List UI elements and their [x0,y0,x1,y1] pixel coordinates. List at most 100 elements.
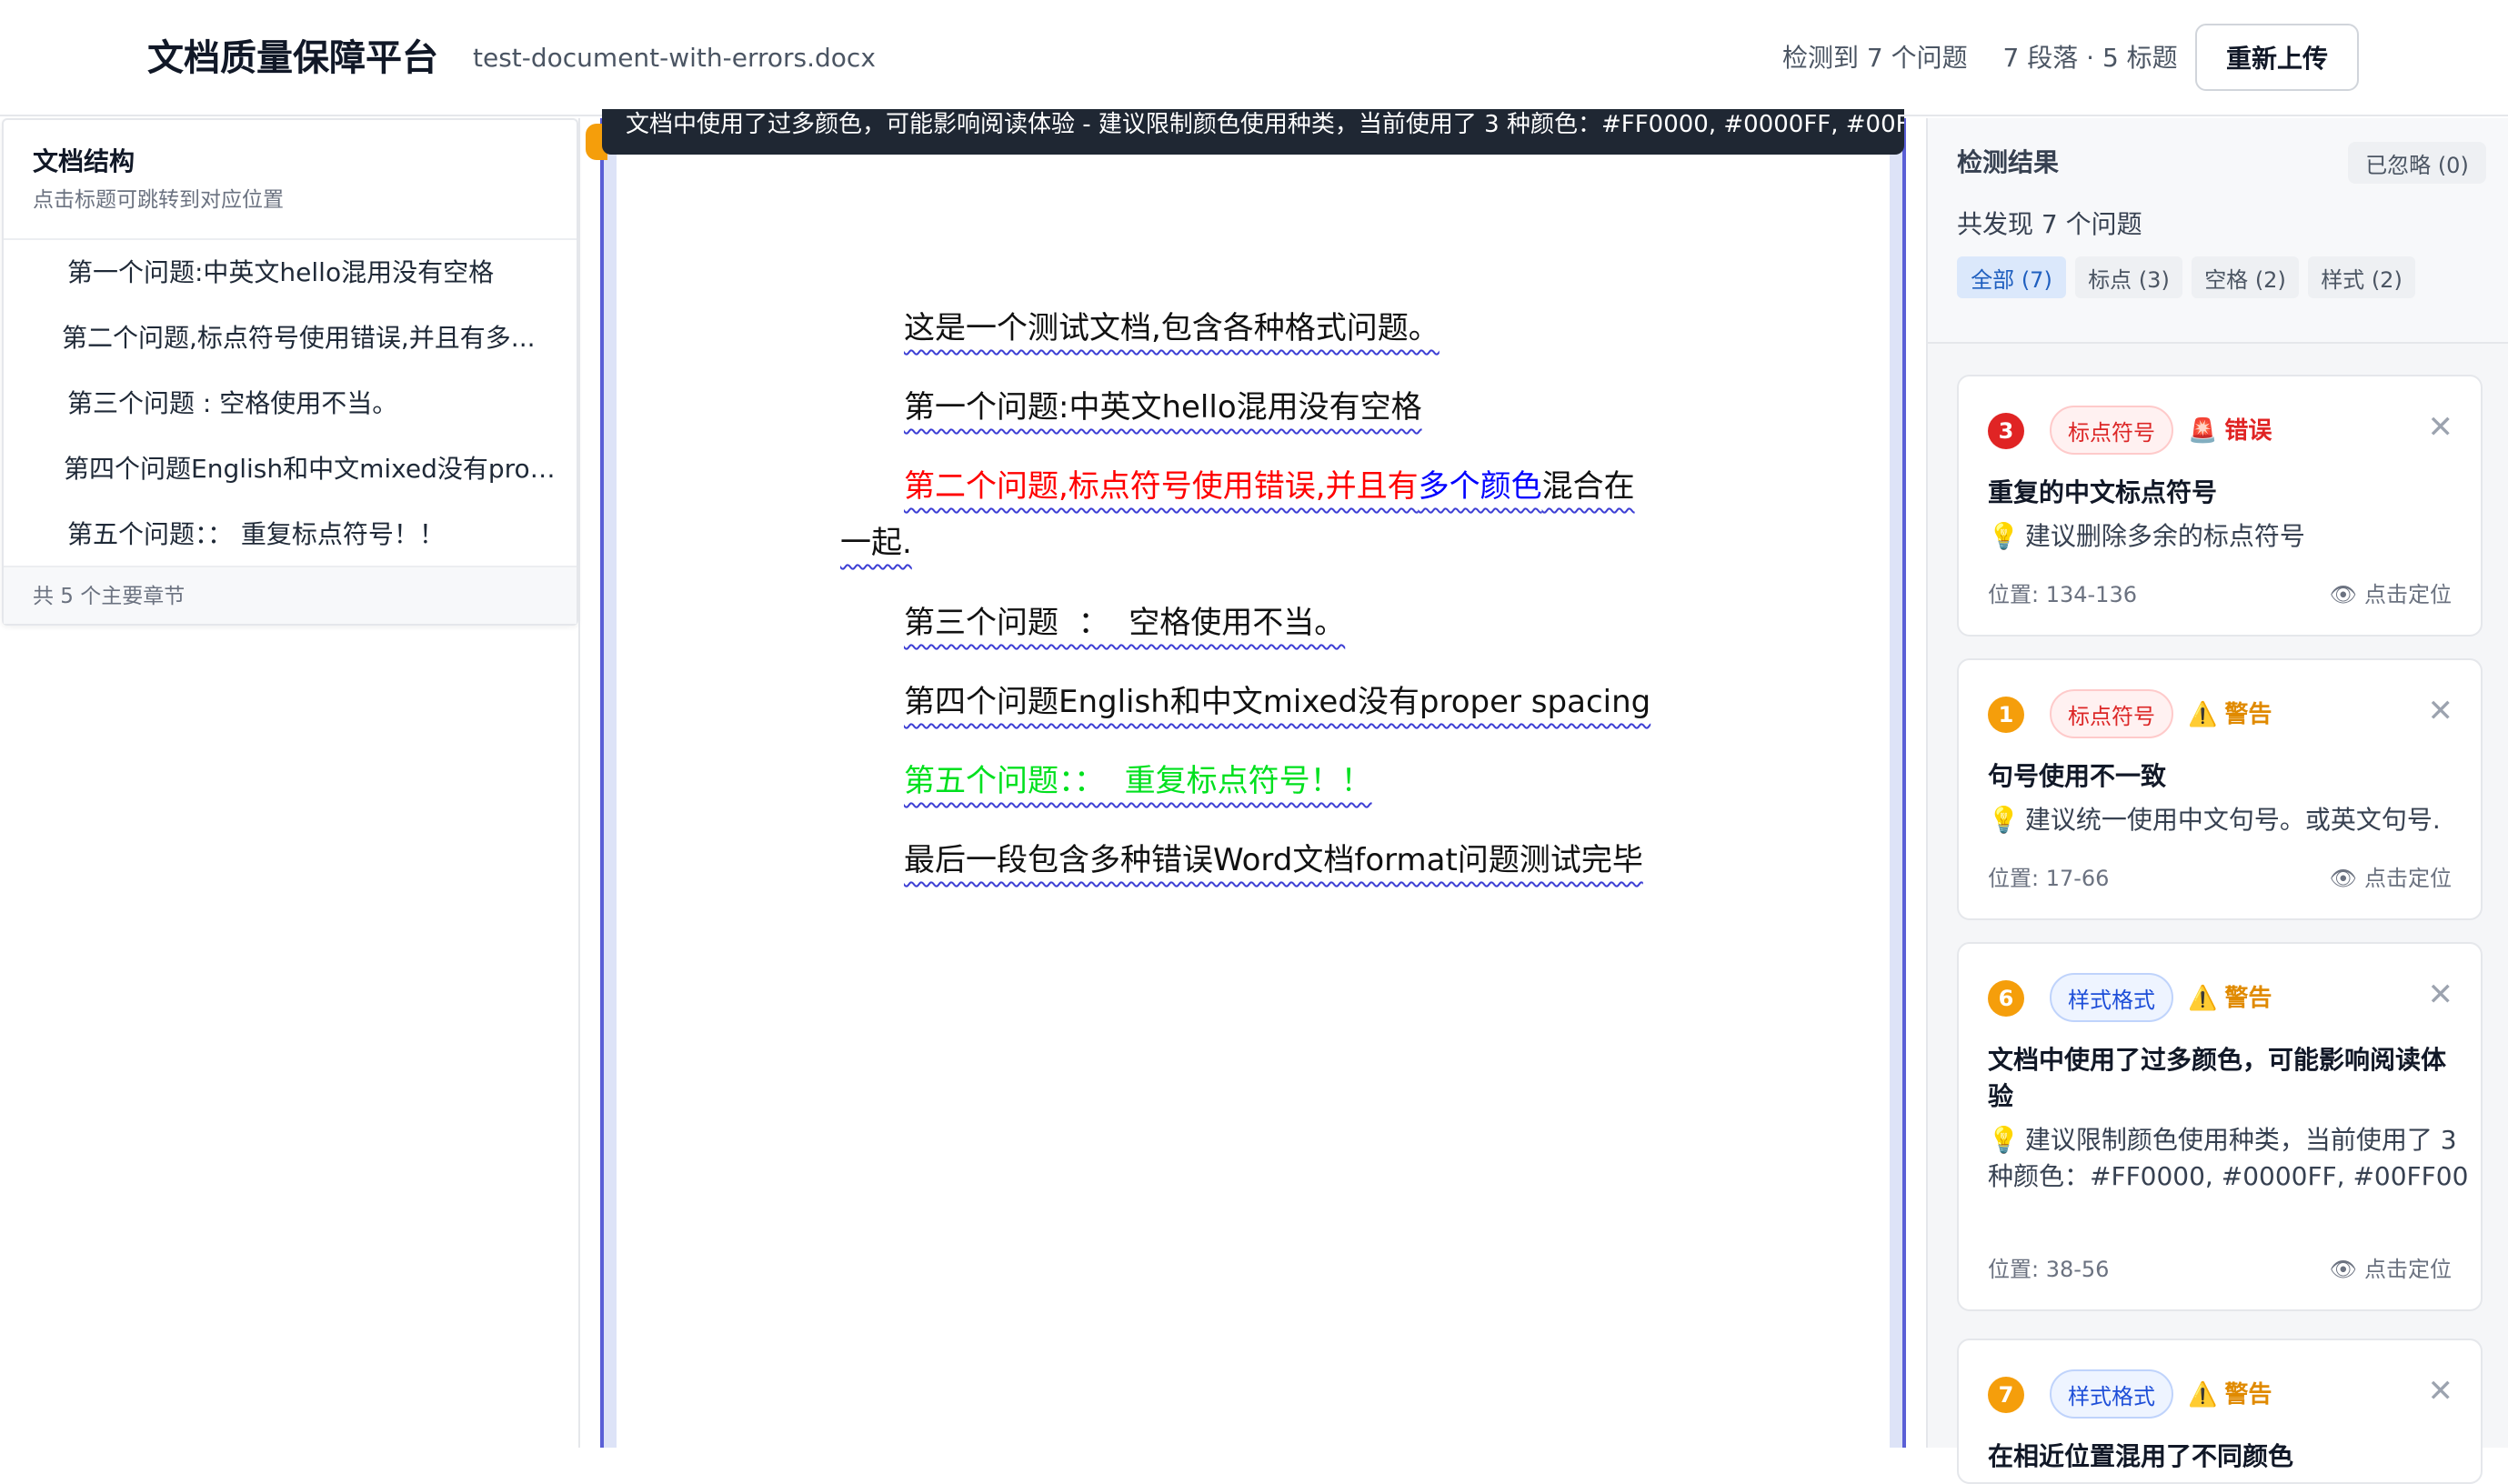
locate-text: 点击定位 [2364,866,2452,891]
outline-item-5[interactable]: 第五个问题：： 重复标点符号！！ [67,516,558,553]
paragraph-6-text: 第五个问题：： 重复标点符号！！ [904,763,1372,799]
close-icon[interactable]: ✕ [2428,1373,2454,1409]
warning-icon: ⚠️ [2188,1381,2218,1409]
category-tag: 标点符号 [2050,689,2173,738]
paragraph-3[interactable]: 第二个问题,标点符号使用错误,并且有多个颜色混合在 [904,464,1635,509]
close-icon[interactable]: ✕ [2428,977,2454,1013]
document-outline-panel: 文档结构 点击标题可跳转到对应位置 第一个问题:中英文hello混用没有空格 第… [2,118,578,626]
suggestion-text: 建议统一使用中文句号。或英文句号. [2024,805,2441,835]
locate-text: 点击定位 [2364,1257,2452,1282]
issue-card[interactable]: 3 标点符号 🚨 错误 ✕ 重复的中文标点符号 💡 建议删除多余的标点符号 位置: … [1957,375,2483,637]
severity-text: 警告 [2224,701,2272,728]
category-tag: 样式格式 [2050,973,2173,1022]
issue-position: 位置: 134-136 [1988,582,2137,607]
paragraph-1[interactable]: 这是一个测试文档,包含各种格式问题。 [904,306,1440,351]
lightbulb-icon: 💡 [1988,1125,2020,1155]
close-icon[interactable]: ✕ [2428,409,2454,446]
issue-title: 文档中使用了过多颜色，可能影响阅读体验 [1988,1045,2447,1111]
alarm-light-icon: 🚨 [2188,417,2218,445]
category-tag: 样式格式 [2050,1369,2173,1419]
results-title: 检测结果 [1957,147,2060,177]
outline-footer: 共 5 个主要章节 [4,566,577,624]
outline-item-4[interactable]: 第四个问题English和中文mixed没有prop... [64,451,560,487]
eye-icon: 👁 [2329,866,2357,891]
issue-suggestion: 💡 建议限制颜色使用种类，当前使用了 3 种颜色：#FF0000, #0000FF… [1988,1122,2470,1195]
paragraph-2[interactable]: 第一个问题:中英文hello混用没有空格 [904,385,1422,430]
suggestion-text: 建议删除多余的标点符号 [2024,521,2305,551]
issue-title: 在相近位置混用了不同颜色 [1988,1441,2294,1471]
issue-suggestion: 💡 建议统一使用中文句号。或英文句号. [1988,802,2470,838]
filter-all[interactable]: 全部 (7) [1957,256,2066,298]
paragraph-2-text: 第一个问题:中英文hello混用没有空格 [904,389,1422,426]
severity-text: 错误 [2224,417,2272,445]
file-name: test-document-with-errors.docx [473,43,876,73]
issues-found-summary: 共发现 7 个问题 [1957,209,2142,239]
issue-card[interactable]: 1 标点符号 ⚠️ 警告 ✕ 句号使用不一致 💡 建议统一使用中文句号。或英文句号.… [1957,658,2483,920]
issues-detected-count: 检测到 7 个问题 [1782,43,1968,73]
paragraph-5[interactable]: 第四个问题English和中文mixed没有proper spacing [904,679,1650,725]
eye-icon: 👁 [2329,582,2357,607]
paragraph-3-black-text: 混合在 [1541,468,1635,505]
paragraph-3-blue-text: 多个颜色 [1418,468,1542,505]
filter-style[interactable]: 样式 (2) [2308,256,2415,298]
filter-punctuation[interactable]: 标点 (3) [2075,256,2182,298]
filter-spacing[interactable]: 空格 (2) [2192,256,2299,298]
locate-text: 点击定位 [2364,582,2452,607]
paragraph-7-text: 最后一段包含多种错误Word文档format问题测试完毕 [904,842,1643,878]
top-header: 文档质量保障平台 test-document-with-errors.docx … [0,0,2508,116]
document-page: 这是一个测试文档,包含各种格式问题。 第一个问题:中英文hello混用没有空格 … [617,118,1890,1448]
results-header: 检测结果 已忽略 (0) 共发现 7 个问题 全部 (7) 标点 (3) 空格 … [1928,118,2508,344]
paragraph-5-text: 第四个问题English和中文mixed没有proper spacing [904,684,1651,720]
locate-link[interactable]: 👁 点击定位 [2330,862,2452,895]
paragraph-3-cont-text: 一起. [840,525,912,561]
issue-number: 7 [1988,1377,2024,1413]
document-viewer: 这是一个测试文档,包含各种格式问题。 第一个问题:中英文hello混用没有空格 … [600,118,1906,1448]
outline-title: 文档结构 [33,146,135,176]
lightbulb-icon: 💡 [1988,805,2020,835]
issue-suggestion: 💡 建议删除多余的标点符号 [1988,518,2470,555]
paragraph-6[interactable]: 第五个问题：： 重复标点符号！！ [904,758,1372,804]
reupload-button[interactable]: 重新上传 [2195,24,2359,91]
severity-text: 警告 [2224,985,2272,1012]
outline-item-2[interactable]: 第二个问题,标点符号使用错误,并且有多... [62,320,558,356]
issue-number: 3 [1988,413,2024,449]
paragraph-3-continuation[interactable]: 一起. [840,520,912,566]
locate-link[interactable]: 👁 点击定位 [2330,578,2452,611]
issue-card[interactable]: 7 样式格式 ⚠️ 警告 ✕ 在相近位置混用了不同颜色 [1957,1339,2483,1484]
paragraph-heading-count: 7 段落 · 5 标题 [2002,43,2178,73]
severity-label: ⚠️ 警告 [2188,697,2272,733]
issue-card[interactable]: 6 样式格式 ⚠️ 警告 ✕ 文档中使用了过多颜色，可能影响阅读体验 💡 建议限制颜… [1957,942,2483,1311]
ignored-toggle[interactable]: 已忽略 (0) [2348,142,2486,184]
outline-item-3[interactable]: 第三个问题 : 空格使用不当。 [67,386,558,422]
paragraph-7[interactable]: 最后一段包含多种错误Word文档format问题测试完毕 [904,837,1643,883]
outline-item-1[interactable]: 第一个问题:中英文hello混用没有空格 [67,255,558,291]
app-title: 文档质量保障平台 [147,37,438,79]
lightbulb-icon: 💡 [1988,521,2020,551]
paragraph-3-red-text: 第二个问题,标点符号使用错误,并且有 [904,468,1419,505]
paragraph-4-text: 第三个问题 ： 空格使用不当。 [904,605,1346,641]
severity-label: ⚠️ 警告 [2188,980,2272,1017]
issue-position: 位置: 38-56 [1988,1257,2110,1282]
warning-icon: ⚠️ [2188,701,2218,728]
outline-subtitle: 点击标题可跳转到对应位置 [33,188,284,212]
category-tag: 标点符号 [2050,406,2173,455]
severity-label: 🚨 错误 [2188,413,2272,449]
issue-number: 6 [1988,980,2024,1017]
locate-link[interactable]: 👁 点击定位 [2330,1253,2452,1286]
issue-title: 重复的中文标点符号 [1988,477,2218,507]
issue-position: 位置: 17-66 [1988,866,2110,891]
document-stats: 检测到 7 个问题 7 段落 · 5 标题 [1782,40,2205,76]
eye-icon: 👁 [2329,1257,2357,1282]
panel-divider [578,118,580,1448]
outline-header: 文档结构 点击标题可跳转到对应位置 [4,120,577,240]
severity-label: ⚠️ 警告 [2188,1377,2272,1413]
issue-tooltip: 文档中使用了过多颜色，可能影响阅读体验 - 建议限制颜色使用种类，当前使用了 3… [602,109,1904,155]
paragraph-4[interactable]: 第三个问题 ： 空格使用不当。 [904,600,1345,646]
issue-title: 句号使用不一致 [1988,761,2167,791]
warning-icon: ⚠️ [2188,985,2218,1012]
close-icon[interactable]: ✕ [2428,693,2454,729]
detection-results-panel: 检测结果 已忽略 (0) 共发现 7 个问题 全部 (7) 标点 (3) 空格 … [1926,118,2508,1484]
severity-text: 警告 [2224,1381,2272,1409]
issue-number: 1 [1988,697,2024,733]
suggestion-text: 建议限制颜色使用种类，当前使用了 3 种颜色：#FF0000, #0000FF,… [1988,1125,2469,1191]
